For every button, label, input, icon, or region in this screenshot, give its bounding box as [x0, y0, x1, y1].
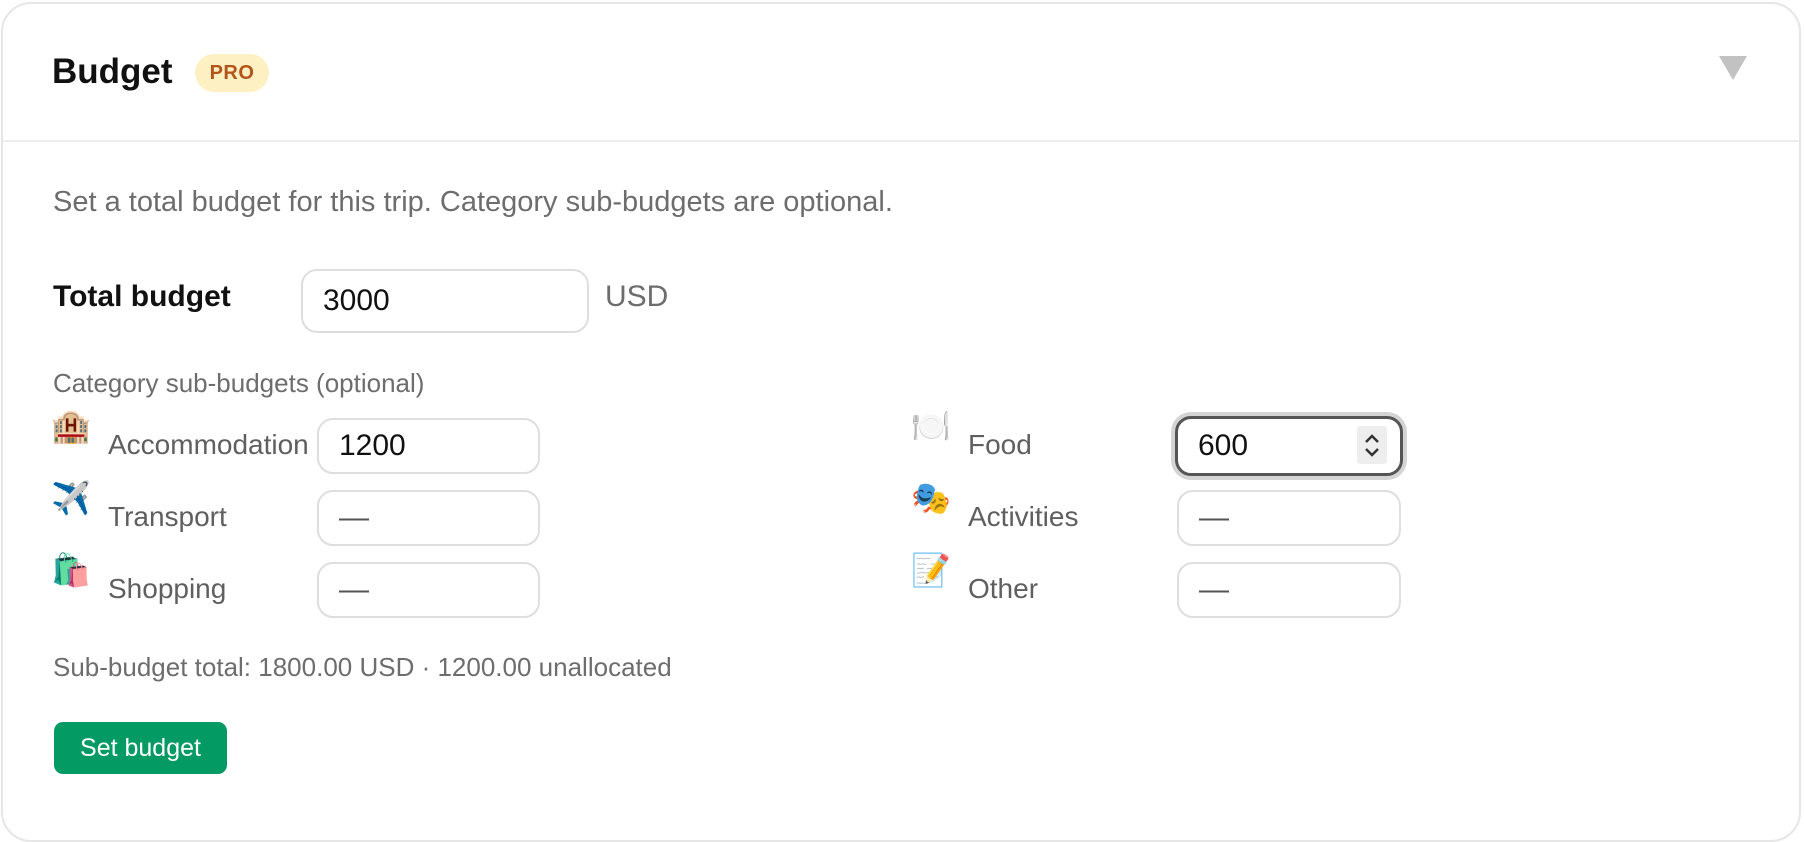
budget-description: Set a total budget for this trip. Catego…: [53, 186, 893, 218]
food-input-wrapper: [1175, 416, 1403, 476]
pro-badge: PRO: [195, 54, 269, 92]
category-label-transport: Transport: [108, 501, 227, 532]
number-stepper[interactable]: [1357, 426, 1387, 464]
other-input[interactable]: [1177, 562, 1401, 618]
shopping-bags-icon: 🛍️: [51, 552, 91, 588]
total-budget-input[interactable]: [301, 269, 589, 333]
theater-masks-icon: 🎭: [911, 480, 951, 516]
budget-header[interactable]: Budget PRO: [3, 4, 1799, 142]
hotel-icon: 🏨: [51, 408, 91, 444]
category-label-shopping: Shopping: [108, 573, 227, 604]
sub-budget-summary: Sub-budget total: 1800.00 USD · 1200.00 …: [53, 652, 672, 682]
airplane-icon: ✈️: [51, 480, 91, 516]
category-label-activities: Activities: [968, 501, 1079, 532]
shopping-input[interactable]: [317, 562, 540, 618]
set-budget-button[interactable]: Set budget: [54, 722, 227, 774]
accommodation-input[interactable]: [317, 418, 540, 474]
chevron-down-icon[interactable]: [1717, 54, 1749, 82]
category-label-other: Other: [968, 573, 1039, 604]
fork-knife-plate-icon: 🍽️: [911, 408, 951, 444]
transport-input[interactable]: [317, 490, 540, 546]
category-label-accommodation: Accommodation: [108, 429, 309, 460]
memo-pencil-icon: 📝: [911, 552, 951, 588]
page-title: Budget: [52, 52, 173, 91]
category-label-food: Food: [968, 429, 1032, 460]
category-sub-budgets-label: Category sub-budgets (optional): [53, 368, 425, 398]
currency-label: USD: [605, 280, 669, 313]
budget-card: Budget PRO Set a total budget for this t…: [1, 2, 1801, 842]
total-budget-label: Total budget: [53, 280, 231, 313]
activities-input[interactable]: [1177, 490, 1401, 546]
